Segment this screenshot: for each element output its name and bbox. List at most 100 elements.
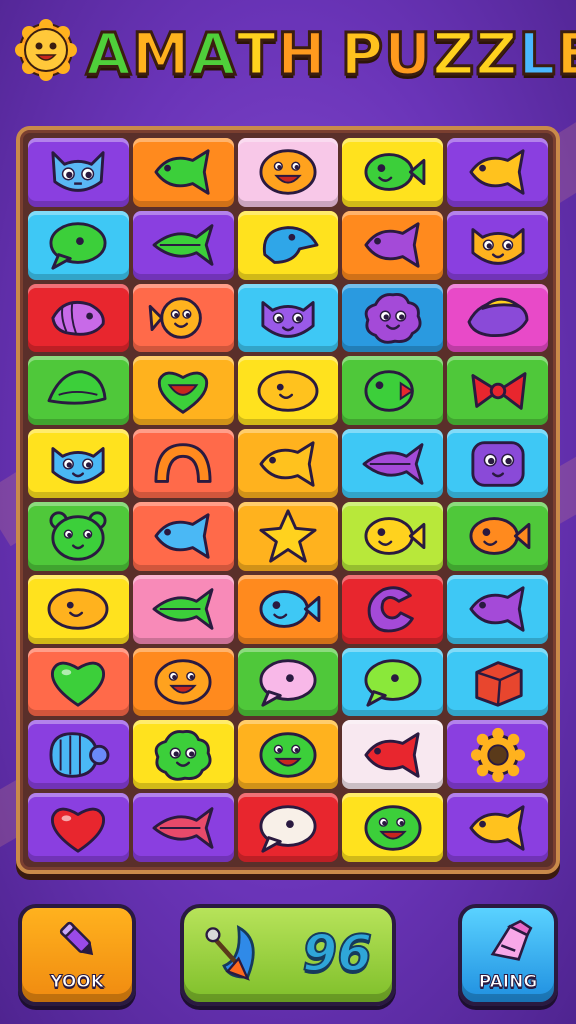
puzzle-tile[interactable]	[28, 283, 129, 353]
puzzle-tile[interactable]	[447, 283, 548, 353]
title-letter: L	[517, 19, 557, 90]
puzzle-tile[interactable]	[132, 647, 234, 717]
speech-blob-icon	[259, 804, 317, 853]
puzzle-tile[interactable]	[28, 647, 129, 717]
puzzle-board	[16, 126, 560, 874]
puzzle-tile[interactable]	[342, 647, 444, 717]
puzzle-tile[interactable]	[28, 502, 129, 571]
puzzle-tile[interactable]	[237, 429, 339, 498]
paing-button[interactable]: PAING	[458, 904, 558, 1006]
puzzle-tile[interactable]	[342, 429, 444, 498]
puzzle-tile[interactable]	[132, 793, 234, 862]
puzzle-tile[interactable]	[447, 720, 548, 790]
speech-blob-icon	[49, 222, 107, 270]
title-letter: A	[85, 19, 133, 90]
speech-blob-icon	[259, 659, 317, 707]
puzzle-tile[interactable]	[28, 356, 129, 426]
puzzle-tile[interactable]	[132, 138, 234, 207]
arrow-shield-icon	[205, 925, 255, 981]
puzzle-tile[interactable]	[237, 356, 339, 426]
leaf-blob-icon	[47, 369, 107, 405]
title-letter: Z	[474, 19, 519, 90]
cat-face-icon	[471, 228, 525, 265]
square-face-icon	[471, 440, 525, 487]
heart-smile-icon	[158, 371, 209, 414]
puzzle-tile[interactable]	[342, 283, 444, 353]
puzzle-tile[interactable]	[132, 283, 234, 353]
score-value: 96	[301, 923, 373, 983]
header: AMATH PUZZLE	[0, 0, 576, 110]
fish-icon	[154, 149, 210, 196]
puzzle-tile[interactable]	[237, 210, 339, 280]
puzzle-tile[interactable]	[237, 283, 339, 353]
puzzle-tile[interactable]	[447, 356, 548, 426]
puzzle-tile[interactable]	[447, 574, 548, 644]
heart-icon	[51, 807, 106, 853]
lemon-face-icon	[47, 588, 109, 630]
puzzle-tile[interactable]	[237, 793, 339, 862]
fish-bite-icon	[364, 369, 414, 412]
title-letter: Z	[431, 19, 476, 90]
puzzle-tile[interactable]	[237, 720, 339, 790]
title-letter: U	[383, 19, 433, 90]
puzzle-tile[interactable]	[447, 210, 548, 280]
puzzle-tile[interactable]	[342, 356, 444, 426]
game-title: AMATH PUZZLE	[85, 14, 576, 94]
heart-icon	[51, 661, 106, 707]
fish-smile-icon	[364, 153, 426, 192]
puzzle-tile[interactable]	[28, 720, 129, 790]
puzzle-tile[interactable]	[28, 793, 129, 862]
puzzle-tile[interactable]	[447, 138, 548, 207]
puzzle-tile[interactable]	[342, 502, 444, 571]
lemon-face-icon	[257, 369, 319, 412]
fish-icon	[469, 804, 525, 851]
smiling-sun-icon	[15, 19, 77, 81]
drop-bird-icon	[262, 226, 319, 265]
bear-face-icon	[49, 511, 107, 562]
puzzle-tile[interactable]	[237, 574, 339, 644]
yook-button[interactable]: YOOK	[18, 904, 136, 1006]
puzzle-tile[interactable]	[132, 502, 234, 571]
fish-icon	[259, 440, 315, 487]
c-shape-icon	[367, 586, 414, 633]
puff-face-icon	[154, 729, 212, 781]
puzzle-tile[interactable]	[342, 793, 444, 862]
score-panel: 96	[180, 904, 396, 1006]
puzzle-tile[interactable]	[28, 138, 129, 207]
arch-icon	[154, 442, 212, 483]
tile-grid	[28, 138, 548, 862]
puzzle-tile[interactable]	[237, 138, 339, 207]
title-letter	[327, 20, 341, 88]
paing-button-label: PAING	[478, 972, 538, 993]
puzzle-tile[interactable]	[132, 429, 234, 498]
yook-button-label: YOOK	[50, 972, 105, 993]
shell-fish-icon	[51, 300, 106, 336]
smile-blob-icon	[154, 659, 212, 705]
puzzle-tile[interactable]	[28, 574, 129, 644]
brush-icon	[490, 919, 533, 961]
puzzle-tile[interactable]	[28, 210, 129, 280]
puzzle-tile[interactable]	[132, 210, 234, 280]
fish-smile-icon	[469, 517, 530, 556]
title-letter: T	[235, 19, 278, 90]
puzzle-tile[interactable]	[237, 502, 339, 571]
puzzle-tile[interactable]	[447, 647, 548, 717]
title-letter: P	[339, 19, 385, 90]
shell-spiral-icon	[49, 732, 110, 778]
puzzle-tile[interactable]	[447, 502, 548, 571]
puzzle-tile[interactable]	[132, 356, 234, 426]
speech-blob-icon	[364, 659, 422, 707]
puzzle-tile[interactable]	[237, 647, 339, 717]
puzzle-tile[interactable]	[447, 429, 548, 498]
puzzle-tile[interactable]	[342, 720, 444, 790]
leaf-fish-icon	[152, 224, 214, 266]
puzzle-tile[interactable]	[28, 429, 129, 498]
puzzle-tile[interactable]	[342, 574, 444, 644]
smile-blob-icon	[364, 804, 422, 851]
puzzle-tile[interactable]	[447, 793, 548, 862]
puzzle-tile[interactable]	[342, 210, 444, 280]
puzzle-tile[interactable]	[342, 138, 444, 207]
puzzle-tile[interactable]	[132, 720, 234, 790]
title-letter: A	[189, 19, 237, 90]
puzzle-tile[interactable]	[132, 574, 234, 644]
